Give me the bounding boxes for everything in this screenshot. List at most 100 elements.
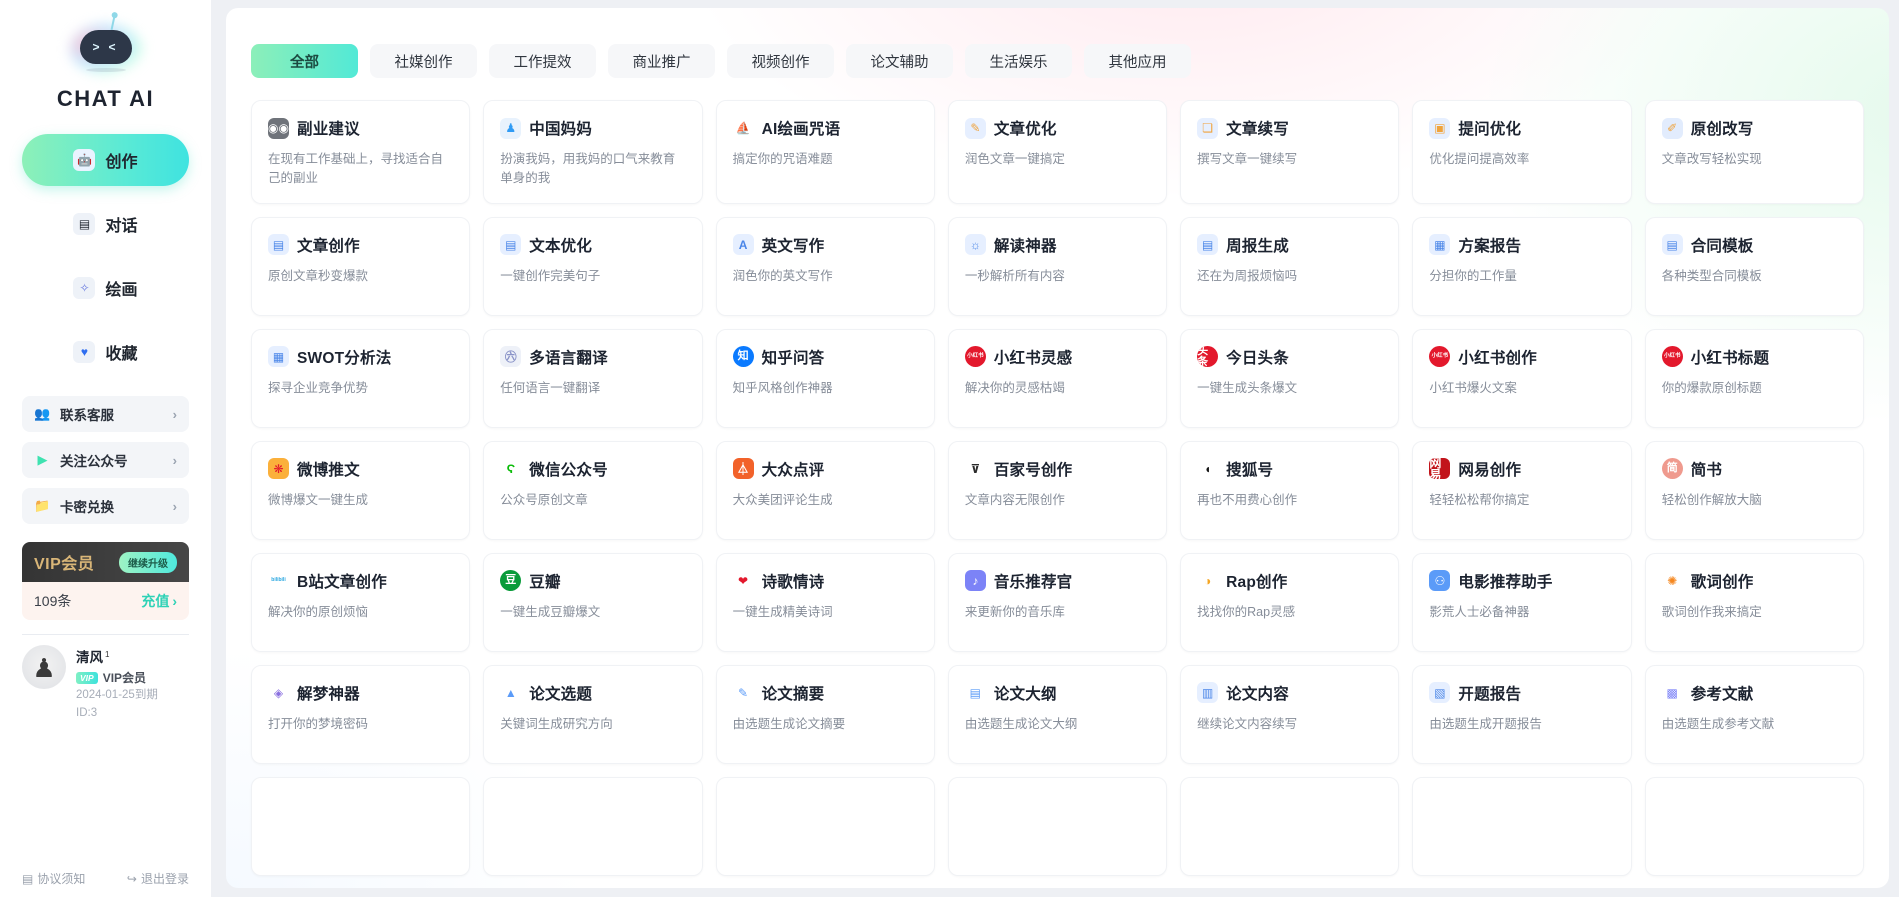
card-header: ✺ 歌词创作 — [1661, 570, 1847, 592]
card-description: 一键生成豆瓣爆文 — [500, 604, 601, 619]
prompt-card[interactable]: 小红书 小红书灵感 解决你的灵感枯竭 — [947, 328, 1168, 428]
brand: > < CHAT AI — [22, 0, 189, 112]
sidebar-item-creation[interactable]: 🤖 创作 — [22, 134, 189, 186]
card-header: ▤ 周报生成 — [1197, 234, 1382, 256]
prompt-card[interactable]: ⚇ 电影推荐助手 影荒人士必备神器 — [1412, 552, 1632, 652]
tab-4[interactable]: 视频创作 — [727, 44, 834, 78]
prompt-card-partial[interactable] — [483, 776, 703, 876]
prompt-card[interactable]: ✎ 论文摘要 由选题生成论文摘要 — [715, 664, 935, 764]
xiaohongshu-icon: 小红书 — [1661, 346, 1683, 368]
card-title: 文章创作 — [297, 237, 360, 255]
prompt-card-partial[interactable] — [1644, 776, 1864, 876]
prompt-card[interactable]: ▧ 开题报告 由选题生成开题报告 — [1412, 664, 1632, 764]
contact-support-button[interactable]: 👥 联系客服 › — [22, 396, 189, 432]
card-redeem-button[interactable]: 📁 卡密兑换 › — [22, 488, 189, 524]
prompt-card[interactable]: ▦ SWOT分析法 探寻企业竞争优势 — [251, 328, 471, 428]
logout-link[interactable]: ↪ 退出登录 — [127, 870, 189, 887]
prompt-card[interactable]: ❤ 诗歌情诗 一键生成精美诗词 — [715, 552, 935, 652]
person-blue-icon: ♟ — [500, 117, 522, 139]
prompt-card-partial[interactable] — [1180, 776, 1400, 876]
panda-icon: ◉◉ — [268, 117, 289, 139]
prompt-card[interactable]: ◖ 搜狐号 再也不用费心创作 — [1180, 440, 1400, 540]
prompt-card-partial[interactable] — [715, 776, 935, 876]
prompt-card[interactable]: ▤ 文章创作 原创文章秒变爆款 — [251, 216, 471, 316]
prompt-card[interactable]: A 英文写作 润色你的英文写作 — [715, 216, 935, 316]
prompt-card[interactable]: ▩ 参考文献 由选题生成参考文献 — [1644, 664, 1864, 764]
user-profile[interactable]: ♟ 清风 1 VIP VIP会员 2024-01-25到期 ID:3 — [22, 645, 189, 721]
tab-3[interactable]: 商业推广 — [608, 44, 715, 78]
card-description: 原创文章秒变爆款 — [268, 268, 369, 283]
quota-bar[interactable]: 109条 充值 › — [22, 582, 189, 620]
tab-5[interactable]: 论文辅助 — [846, 44, 953, 78]
prompt-card[interactable]: ⛵ AI绘画咒语 搞定你的咒语难题 — [715, 100, 935, 204]
card-title: 提问优化 — [1458, 121, 1522, 138]
follow-official-account-button[interactable]: ▶ 关注公众号 › — [22, 442, 189, 478]
sidebar-item-drawing[interactable]: ✧ 绘画 — [22, 262, 189, 314]
prompt-card[interactable]: ▤ 文本优化 一键创作完美句子 — [483, 216, 703, 316]
card-description: 润色你的英文写作 — [732, 268, 833, 283]
agreement-link[interactable]: ▤ 协议须知 — [22, 870, 85, 887]
card-header: ▲ 论文选题 — [500, 682, 685, 704]
prompt-card[interactable]: ▲ 论文选题 关键词生成研究方向 — [483, 664, 703, 764]
utility-links: 👥 联系客服 › ▶ 关注公众号 › 📁 卡密兑换 › — [22, 396, 189, 534]
tab-2[interactable]: 工作提效 — [489, 44, 596, 78]
prompt-card[interactable]: ✎ 文章优化 润色文章一键搞定 — [947, 100, 1168, 204]
prompt-card[interactable]: ⊽ 百家号创作 文章内容无限创作 — [947, 440, 1168, 540]
card-header: ▤ 文本优化 — [500, 234, 685, 256]
card-header: ♪ 音乐推荐官 — [964, 570, 1150, 592]
prompt-card[interactable]: ▤ 周报生成 还在为周报烦恼吗 — [1180, 216, 1400, 316]
prompt-card[interactable]: ◑ Rap创作 找找你的Rap灵感 — [1180, 552, 1400, 652]
prompt-card[interactable]: 小红书 小红书标题 你的爆款原创标题 — [1644, 328, 1864, 428]
prompt-card[interactable]: ✺ 歌词创作 歌词创作我来搞定 — [1644, 552, 1864, 652]
prompt-card[interactable]: ⏃ 大众点评 大众美团评论生成 — [715, 440, 935, 540]
recharge-button[interactable]: 充值 › — [141, 591, 177, 611]
prompt-card[interactable]: ▦ 方案报告 分担你的工作量 — [1412, 216, 1632, 316]
tab-0[interactable]: 全部 — [251, 44, 358, 78]
prompt-card[interactable]: 简简书 轻松创作解放大脑 — [1644, 440, 1864, 540]
prompt-card[interactable]: 小红书 小红书创作 小红书爆火文案 — [1412, 328, 1632, 428]
prompt-card[interactable]: ♪ 音乐推荐官 来更新你的音乐库 — [947, 552, 1168, 652]
logout-label: 退出登录 — [140, 872, 189, 886]
tab-1[interactable]: 社媒创作 — [370, 44, 477, 78]
prompt-card[interactable]: ㊅多语言翻译 任何语言一键翻译 — [483, 328, 703, 428]
prompt-card[interactable]: ❏ 文章续写 撰写文章一键续写 — [1180, 100, 1400, 204]
prompt-card[interactable]: Ϛ 微信公众号 公众号原创文章 — [483, 440, 703, 540]
card-header: ✎ 论文摘要 — [732, 682, 918, 704]
prompt-card-partial[interactable] — [947, 776, 1168, 876]
prompt-card[interactable]: ♟ 中国妈妈 扮演我妈，用我妈的口气来教育单身的我 — [483, 100, 703, 204]
prompt-card[interactable]: 豆豆瓣一键生成豆瓣爆文 — [483, 552, 703, 652]
card-title: 开题报告 — [1458, 685, 1522, 703]
prompt-card[interactable]: ❋ 微博推文 微博爆文一键生成 — [251, 440, 471, 540]
card-description: 文章改写轻松实现 — [1661, 152, 1762, 166]
card-header: 豆豆瓣 — [500, 570, 685, 592]
tab-6[interactable]: 生活娱乐 — [965, 44, 1072, 78]
prompt-card[interactable]: 知知乎问答 知乎风格创作神器 — [715, 328, 935, 428]
tab-7[interactable]: 其他应用 — [1084, 44, 1191, 78]
jianshu-icon: 简 — [1661, 458, 1683, 480]
prompt-card-partial[interactable] — [251, 776, 471, 876]
vip-upgrade-button[interactable]: 继续升级 — [119, 551, 177, 573]
prompt-card[interactable]: ▤ 论文大纲 由选题生成论文大纲 — [947, 664, 1168, 764]
card-description: 一键生成精美诗词 — [732, 604, 833, 619]
prompt-card[interactable]: 头条 今日头条 一键生成头条爆文 — [1180, 328, 1400, 428]
prompt-card[interactable]: ▤ 合同模板 各种类型合同模板 — [1644, 216, 1864, 316]
letter-a-icon: A — [732, 234, 754, 256]
card-description: 在现有工作基础上，寻找适合自己的副业 — [268, 152, 444, 186]
sohu-icon: ◖ — [1197, 458, 1219, 480]
sidebar-item-favorites[interactable]: ♥ 收藏 — [22, 326, 189, 378]
prompt-card[interactable]: ▣ 提问优化 优化提问提高效率 — [1412, 100, 1632, 204]
prompt-card[interactable]: 网易 网易创作 轻轻松松帮你搞定 — [1412, 440, 1632, 540]
prompt-card-grid: ◉◉ 副业建议 在现有工作基础上，寻找适合自己的副业 ♟ 中国妈妈 扮演我妈，用我妈的口气… — [226, 78, 1889, 876]
sidebar-item-chat[interactable]: ▤ 对话 — [22, 198, 189, 250]
prompt-card[interactable]: ◈ 解梦神器 打开你的梦境密码 — [251, 664, 471, 764]
prompt-card-partial[interactable] — [1412, 776, 1632, 876]
prompt-card[interactable]: ▥ 论文内容 继续论文内容续写 — [1180, 664, 1400, 764]
prompt-card[interactable]: ◉◉ 副业建议 在现有工作基础上，寻找适合自己的副业 — [251, 100, 471, 204]
prompt-card[interactable]: ☼ 解读神器 一秒解析所有内容 — [947, 216, 1168, 316]
prompt-card[interactable]: bilibili B站文章创作 解决你的原创烦恼 — [251, 552, 471, 652]
card-header: 网易 网易创作 — [1429, 458, 1614, 480]
prompt-card[interactable]: ✐ 原创改写 文章改写轻松实现 — [1644, 100, 1864, 204]
vip-banner[interactable]: VIP会员 继续升级 — [22, 542, 189, 582]
folder-icon: 📁 — [34, 498, 51, 513]
card-title: B站文章创作 — [297, 573, 387, 591]
